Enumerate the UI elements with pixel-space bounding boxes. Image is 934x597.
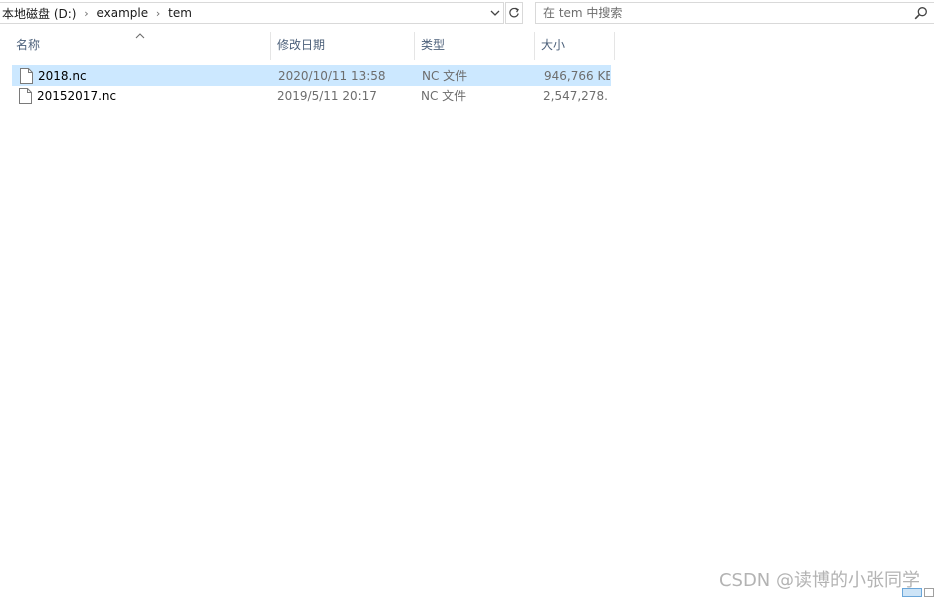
refresh-icon	[509, 7, 519, 18]
file-size: 946,766 KB	[544, 69, 610, 83]
search-icon[interactable]	[914, 6, 928, 20]
file-icon	[19, 88, 32, 104]
breadcrumb-tem[interactable]: tem	[165, 6, 195, 20]
file-name: 2018.nc	[38, 69, 87, 83]
refresh-button[interactable]	[505, 2, 523, 24]
file-date: 2019/5/11 20:17	[277, 89, 377, 103]
watermark: CSDN @读博的小张同学	[718, 570, 920, 591]
file-size: 2,547,278...	[543, 89, 609, 103]
file-list: 2018.nc 2020/10/11 13:58 NC 文件 946,766 K…	[12, 65, 612, 107]
column-header-date[interactable]: 修改日期	[271, 32, 415, 60]
breadcrumb-separator-icon[interactable]: ›	[151, 7, 165, 20]
file-date: 2020/10/11 13:58	[278, 69, 386, 83]
breadcrumb-example[interactable]: example	[93, 6, 151, 20]
breadcrumb-drive[interactable]: 本地磁盘 (D:)	[0, 5, 79, 22]
chevron-down-icon[interactable]	[487, 3, 503, 23]
file-name: 20152017.nc	[37, 89, 117, 103]
search-box[interactable]	[535, 2, 934, 24]
file-row[interactable]: 2018.nc 2020/10/11 13:58 NC 文件 946,766 K…	[12, 65, 611, 86]
details-view-button[interactable]	[902, 588, 922, 597]
navigation-bar: 本地磁盘 (D:) › example › tem	[0, 0, 934, 27]
tiles-view-button[interactable]	[924, 588, 934, 597]
file-row[interactable]: 20152017.nc 2019/5/11 20:17 NC 文件 2,547,…	[12, 86, 611, 107]
file-icon	[20, 68, 33, 84]
column-header-type[interactable]: 类型	[415, 32, 535, 60]
address-bar[interactable]: 本地磁盘 (D:) › example › tem	[0, 2, 504, 24]
column-header-name[interactable]: 名称	[10, 32, 271, 60]
breadcrumb-separator-icon[interactable]: ›	[79, 7, 93, 20]
search-input[interactable]	[536, 5, 905, 21]
column-header-size[interactable]: 大小	[535, 32, 615, 60]
file-type: NC 文件	[421, 89, 467, 103]
column-headers: 名称 修改日期 类型 大小	[0, 32, 934, 60]
file-type: NC 文件	[422, 69, 468, 83]
